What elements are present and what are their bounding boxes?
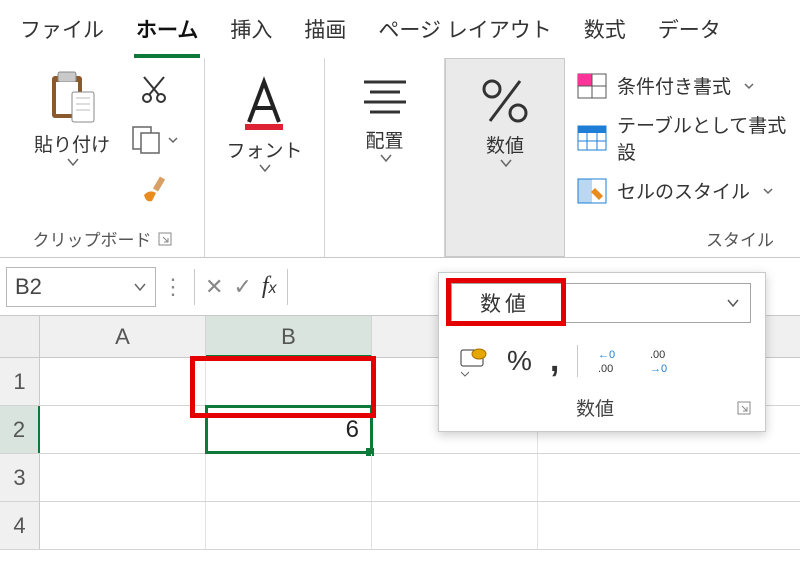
enter-formula-button[interactable]: ✓ (233, 274, 251, 300)
cell-a3[interactable] (40, 454, 206, 501)
row-header-1[interactable]: 1 (0, 358, 40, 405)
chevron-down-icon (167, 136, 179, 144)
number-label: 数値 (486, 131, 524, 158)
row-header-4[interactable]: 4 (0, 502, 40, 549)
cell-c4[interactable] (372, 502, 538, 549)
number-format-dropdown[interactable]: 数値 (476, 67, 534, 168)
chevron-down-icon (499, 158, 513, 168)
cell-a4[interactable] (40, 502, 206, 549)
chevron-down-icon (762, 187, 774, 195)
fx-button[interactable]: fx (262, 273, 277, 300)
alignment-label: 配置 (365, 126, 403, 153)
conditional-formatting-button[interactable]: 条件付き書式 (573, 66, 792, 105)
tab-file[interactable]: ファイル (18, 8, 106, 58)
cell-b4[interactable] (206, 502, 372, 549)
cell-styles-label: セルのスタイル (617, 177, 750, 204)
cell-b3[interactable] (206, 454, 372, 501)
conditional-format-icon (577, 73, 607, 99)
paste-label: 貼り付け (34, 130, 110, 157)
tab-page-layout[interactable]: ページ レイアウト (376, 8, 553, 58)
tab-insert[interactable]: 挿入 (228, 8, 274, 58)
chevron-down-icon (726, 298, 740, 308)
column-header-b[interactable]: B (206, 316, 372, 357)
align-icon (356, 74, 414, 122)
chevron-down-icon (258, 163, 272, 173)
more-icon[interactable]: ⋮ (162, 274, 184, 300)
copy-icon (131, 125, 165, 155)
name-box[interactable]: B2 (6, 267, 156, 307)
cell-a1[interactable] (40, 358, 206, 405)
font-icon (235, 74, 293, 132)
copy-button[interactable] (130, 122, 180, 158)
cell-a2[interactable] (40, 406, 206, 453)
column-header-a[interactable]: A (40, 316, 206, 357)
group-clipboard: 貼り付け (0, 58, 205, 257)
clipboard-icon (48, 70, 96, 128)
styles-group-label: スタイル (706, 226, 774, 251)
chevron-down-icon (133, 282, 147, 292)
scissors-icon (140, 75, 170, 105)
number-format-value: 数値 (480, 288, 530, 318)
tab-draw[interactable]: 描画 (302, 8, 348, 58)
decrease-decimal-icon: .00 →0 (648, 346, 682, 376)
number-popup-label: 数値 (453, 394, 737, 421)
format-painter-button[interactable] (130, 172, 180, 208)
cell-c3[interactable] (372, 454, 538, 501)
select-all-corner[interactable] (0, 316, 40, 357)
decrease-decimal-button[interactable]: .00 →0 (648, 346, 682, 376)
chevron-down-icon (459, 370, 489, 378)
number-format-popup: 数値 % , ←0 .00 (438, 272, 766, 432)
percent-style-button[interactable]: % (507, 345, 532, 377)
cell-styles-icon (577, 178, 607, 204)
table-icon (577, 125, 607, 151)
svg-text:←0: ←0 (598, 349, 615, 361)
currency-icon (459, 344, 489, 370)
format-as-table-button[interactable]: テーブルとして書式設 (573, 105, 792, 171)
group-number: 数値 (445, 58, 565, 257)
svg-text:.00: .00 (650, 349, 665, 361)
alignment-dropdown[interactable]: 配置 (356, 66, 414, 163)
tab-home[interactable]: ホーム (134, 8, 200, 58)
increase-decimal-icon: ←0 .00 (596, 346, 630, 376)
dialog-launcher-icon[interactable] (737, 401, 751, 415)
dialog-launcher-icon[interactable] (158, 232, 172, 246)
svg-text:→0: →0 (650, 363, 667, 375)
font-dropdown[interactable]: フォント (226, 66, 302, 173)
clipboard-group-label: クリップボード (33, 226, 152, 251)
tab-formulas[interactable]: 数式 (582, 8, 628, 58)
row-header-2[interactable]: 2 (0, 406, 40, 453)
conditional-format-label: 条件付き書式 (617, 72, 731, 99)
increase-decimal-button[interactable]: ←0 .00 (596, 346, 630, 376)
row-header-3[interactable]: 3 (0, 454, 40, 501)
cut-button[interactable] (130, 72, 180, 108)
group-font: フォント (205, 58, 325, 257)
chevron-down-icon (379, 153, 393, 163)
chevron-down-icon (66, 157, 80, 167)
comma-style-button[interactable]: , (550, 341, 559, 380)
group-alignment: 配置 (325, 58, 445, 257)
accounting-format-button[interactable] (459, 344, 489, 378)
cell-b1[interactable] (206, 358, 372, 405)
tab-data[interactable]: データ (656, 8, 723, 58)
format-as-table-label: テーブルとして書式設 (617, 111, 792, 165)
svg-text:.00: .00 (598, 363, 613, 375)
percent-icon (476, 75, 534, 127)
paintbrush-icon (140, 175, 170, 205)
cell-b2[interactable]: 6 (206, 406, 372, 453)
font-label: フォント (226, 136, 302, 163)
paste-button[interactable]: 貼り付け (25, 70, 120, 167)
group-styles: 条件付き書式 テーブルとして書式設 (565, 58, 800, 257)
number-format-select[interactable]: 数値 (451, 283, 751, 323)
cancel-formula-button[interactable]: ✕ (205, 274, 223, 300)
name-box-value: B2 (15, 274, 42, 300)
cell-styles-button[interactable]: セルのスタイル (573, 171, 792, 210)
chevron-down-icon (743, 82, 755, 90)
